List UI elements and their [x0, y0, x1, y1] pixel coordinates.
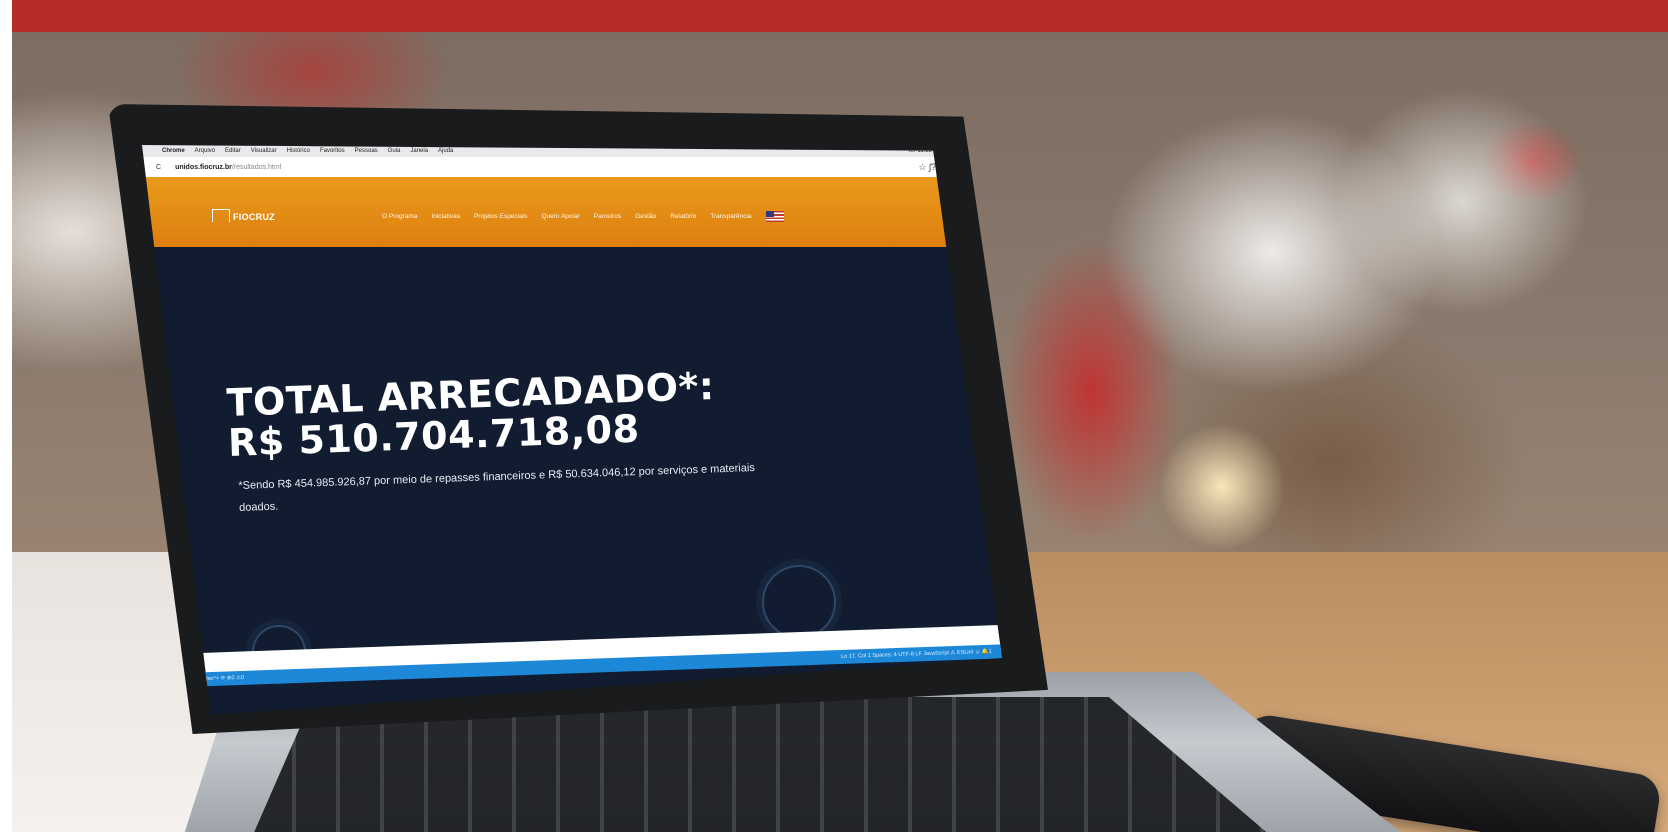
logo-text: FIOCRUZ: [233, 212, 276, 222]
logo-icon: [212, 209, 230, 222]
nav-transparencia[interactable]: Transparência: [710, 213, 751, 222]
nav-o-programa[interactable]: O Programa: [382, 213, 417, 222]
us-flag-icon[interactable]: [765, 211, 784, 222]
hero-note: *Sendo R$ 454.985.926,87 por meio de rep…: [238, 461, 755, 514]
nav-projetos-especiais[interactable]: Projetos Especiais: [474, 213, 527, 222]
main-nav: O Programa Iniciativas Projetos Especiai…: [382, 211, 784, 222]
top-red-bar: [12, 0, 1668, 32]
nav-iniciativas[interactable]: Iniciativas: [431, 213, 460, 222]
reload-icon[interactable]: C: [156, 164, 161, 171]
laptop-screen: Chrome Arquivo Editar Visualizar Históri…: [142, 145, 1002, 715]
browser-url-bar: C unidos.fiocruz.br/resultados.html ☆ ʃ?: [142, 157, 1002, 177]
hero-title: TOTAL ARRECADADO*: R$ 510.704.718,08: [226, 364, 717, 465]
menu-item-janela[interactable]: Janela: [410, 148, 428, 154]
menu-item-visualizar[interactable]: Visualizar: [251, 148, 277, 154]
address-field[interactable]: unidos.fiocruz.br/resultados.html: [175, 164, 281, 171]
menu-item-arquivo[interactable]: Arquivo: [195, 148, 215, 154]
menu-item-editar[interactable]: Editar: [225, 148, 241, 154]
nav-relatorio[interactable]: Relatório: [670, 213, 696, 222]
menu-item-historico[interactable]: Histórico: [287, 148, 310, 154]
url-path: /resultados.html: [231, 163, 282, 171]
url-host: unidos.fiocruz.br: [175, 163, 232, 171]
menu-item-favoritos[interactable]: Favoritos: [320, 148, 345, 154]
nav-parceiros[interactable]: Parceiros: [594, 213, 621, 222]
menu-item-pessoas[interactable]: Pessoas: [355, 148, 378, 154]
nav-gestao[interactable]: Gestão: [635, 213, 656, 222]
menu-item-guia[interactable]: Guia: [388, 148, 401, 154]
fiocruz-logo[interactable]: FIOCRUZ: [212, 209, 275, 222]
browser-toolbar-icons[interactable]: ☆ ʃ?: [918, 162, 936, 173]
menu-item-chrome[interactable]: Chrome: [162, 148, 185, 154]
editor-status-info[interactable]: Ln 17, Col 1 Spaces: 4 UTF-8 LF JavaScri…: [841, 649, 992, 660]
site-header: FIOCRUZ O Programa Iniciativas Projetos …: [142, 177, 1002, 247]
menu-item-ajuda[interactable]: Ajuda: [438, 148, 453, 154]
virus-illustration-icon: [762, 565, 836, 639]
photo-scene: Chrome Arquivo Editar Visualizar Históri…: [12, 32, 1668, 832]
nav-quero-apoiar[interactable]: Quero Apoiar: [541, 213, 579, 222]
